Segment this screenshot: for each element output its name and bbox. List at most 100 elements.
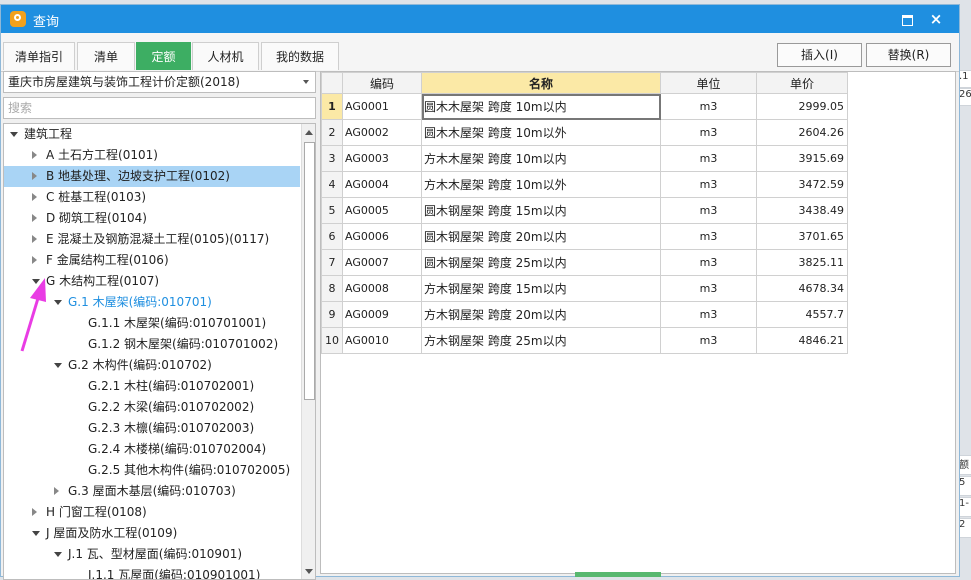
row-number-cell[interactable]: 7 [321,249,343,276]
row-number-cell[interactable]: 5 [321,197,343,224]
price-cell[interactable]: 3701.65 [756,223,848,250]
tree-node[interactable]: J 屋面及防水工程(0109) [4,523,300,544]
table-row[interactable]: 4 AG0004 方木木屋架 跨度 10m以外 m3 3472.59 [321,171,848,198]
tree-node[interactable]: J.1.1 瓦屋面(编码:010901001) [4,565,300,579]
replace-button[interactable]: 替换(R) [866,43,951,67]
unit-cell[interactable]: m3 [660,301,757,328]
expand-right-icon[interactable] [32,151,37,159]
price-cell[interactable]: 3825.11 [756,249,848,276]
expand-right-icon[interactable] [32,172,37,180]
table-row[interactable]: 9 AG0009 方木钢屋架 跨度 20m以内 m3 4557.7 [321,301,848,328]
price-cell[interactable]: 2604.26 [756,119,848,146]
unit-cell[interactable]: m3 [660,145,757,172]
splitter-handle[interactable] [575,572,661,577]
table-row[interactable]: 1 AG0001 圆木木屋架 跨度 10m以内 m3 2999.05 [321,93,848,120]
expand-down-icon[interactable] [54,363,62,368]
code-cell[interactable]: AG0006 [342,223,422,250]
row-number-cell[interactable]: 6 [321,223,343,250]
name-cell[interactable]: 圆木木屋架 跨度 10m以外 [421,119,661,146]
expand-right-icon[interactable] [32,193,37,201]
tree-node[interactable]: A 土石方工程(0101) [4,145,300,166]
tree-node[interactable]: E 混凝土及钢筋混凝土工程(0105)(0117) [4,229,300,250]
search-input[interactable] [3,97,316,119]
row-number-cell[interactable]: 4 [321,171,343,198]
price-column-header[interactable]: 单价 [756,72,848,94]
name-cell[interactable]: 方木钢屋架 跨度 15m以内 [421,275,661,302]
code-cell[interactable]: AG0001 [342,93,422,120]
tree-node[interactable]: G.2.1 木柱(编码:010702001) [4,376,300,397]
name-cell[interactable]: 方木木屋架 跨度 10m以外 [421,171,661,198]
tree-node[interactable]: G.1.2 钢木屋架(编码:010701002) [4,334,300,355]
tree-node[interactable]: H 门窗工程(0108) [4,502,300,523]
unit-cell[interactable]: m3 [660,327,757,354]
tree-node[interactable]: G.2.2 木梁(编码:010702002) [4,397,300,418]
quota-library-select[interactable]: 重庆市房屋建筑与装饰工程计价定额(2018) [3,71,316,93]
name-cell[interactable]: 圆木钢屋架 跨度 20m以内 [421,223,661,250]
scroll-up-icon[interactable] [305,130,313,135]
code-column-header[interactable]: 编码 [342,72,422,94]
table-row[interactable]: 6 AG0006 圆木钢屋架 跨度 20m以内 m3 3701.65 [321,223,848,250]
code-cell[interactable]: AG0010 [342,327,422,354]
name-cell[interactable]: 圆木木屋架 跨度 10m以内 [421,93,661,120]
tree-node[interactable]: G 木结构工程(0107) [4,271,300,292]
chapter-tree[interactable]: 建筑工程 A 土石方工程(0101) B 地基处理、边坡支护工程(0102) C 桩基… [3,123,316,580]
table-row[interactable]: 8 AG0008 方木钢屋架 跨度 15m以内 m3 4678.34 [321,275,848,302]
unit-cell[interactable]: m3 [660,223,757,250]
table-row[interactable]: 5 AG0005 圆木钢屋架 跨度 15m以内 m3 3438.49 [321,197,848,224]
price-cell[interactable]: 2999.05 [756,93,848,120]
expand-down-icon[interactable] [32,531,40,536]
tree-node[interactable]: G.2.3 木檩(编码:010702003) [4,418,300,439]
name-cell[interactable]: 方木钢屋架 跨度 20m以内 [421,301,661,328]
tab-bill[interactable]: 清单 [77,42,135,70]
tree-node[interactable]: J.1 瓦、型材屋面(编码:010901) [4,544,300,565]
price-cell[interactable]: 4678.34 [756,275,848,302]
unit-cell[interactable]: m3 [660,171,757,198]
name-cell[interactable]: 圆木钢屋架 跨度 15m以内 [421,197,661,224]
code-cell[interactable]: AG0009 [342,301,422,328]
expand-right-icon[interactable] [32,214,37,222]
table-row[interactable]: 10 AG0010 方木钢屋架 跨度 25m以内 m3 4846.21 [321,327,848,354]
tree-node[interactable]: 建筑工程 [4,124,300,145]
expand-right-icon[interactable] [32,235,37,243]
tab-quota[interactable]: 定额 [136,42,191,70]
maximize-button[interactable] [899,11,915,27]
row-number-cell[interactable]: 9 [321,301,343,328]
expand-down-icon[interactable] [32,279,40,284]
tree-node[interactable]: F 金属结构工程(0106) [4,250,300,271]
price-cell[interactable]: 3472.59 [756,171,848,198]
unit-cell[interactable]: m3 [660,119,757,146]
code-cell[interactable]: AG0003 [342,145,422,172]
row-number-cell[interactable]: 1 [321,93,343,120]
scrollbar-thumb[interactable] [304,142,315,400]
code-cell[interactable]: AG0008 [342,275,422,302]
tree-node[interactable]: G.1 木屋架(编码:010701) [4,292,300,313]
insert-button[interactable]: 插入(I) [777,43,862,67]
unit-column-header[interactable]: 单位 [660,72,757,94]
unit-cell[interactable]: m3 [660,249,757,276]
tree-node[interactable]: D 砌筑工程(0104) [4,208,300,229]
tree-node[interactable]: G.2.5 其他木构件(编码:010702005) [4,460,300,481]
tree-node[interactable]: G.1.1 木屋架(编码:010701001) [4,313,300,334]
expand-down-icon[interactable] [10,132,18,137]
price-cell[interactable]: 4846.21 [756,327,848,354]
name-cell[interactable]: 方木钢屋架 跨度 25m以内 [421,327,661,354]
row-number-cell[interactable]: 10 [321,327,343,354]
code-cell[interactable]: AG0007 [342,249,422,276]
close-button[interactable]: × [928,11,944,27]
tree-node[interactable]: C 桩基工程(0103) [4,187,300,208]
tab-bill-guide[interactable]: 清单指引 [3,42,75,70]
price-cell[interactable]: 3915.69 [756,145,848,172]
name-cell[interactable]: 方木木屋架 跨度 10m以内 [421,145,661,172]
expand-down-icon[interactable] [54,300,62,305]
tree-scrollbar[interactable] [301,124,315,579]
tab-my-data[interactable]: 我的数据 [261,42,339,70]
expand-right-icon[interactable] [32,256,37,264]
title-bar[interactable]: 查询 × [1,5,959,33]
table-row[interactable]: 3 AG0003 方木木屋架 跨度 10m以内 m3 3915.69 [321,145,848,172]
scroll-down-icon[interactable] [305,569,313,574]
tree-node[interactable]: G.2 木构件(编码:010702) [4,355,300,376]
row-number-cell[interactable]: 2 [321,119,343,146]
expand-down-icon[interactable] [54,552,62,557]
table-row[interactable]: 2 AG0002 圆木木屋架 跨度 10m以外 m3 2604.26 [321,119,848,146]
tree-node[interactable]: G.3 屋面木基层(编码:010703) [4,481,300,502]
